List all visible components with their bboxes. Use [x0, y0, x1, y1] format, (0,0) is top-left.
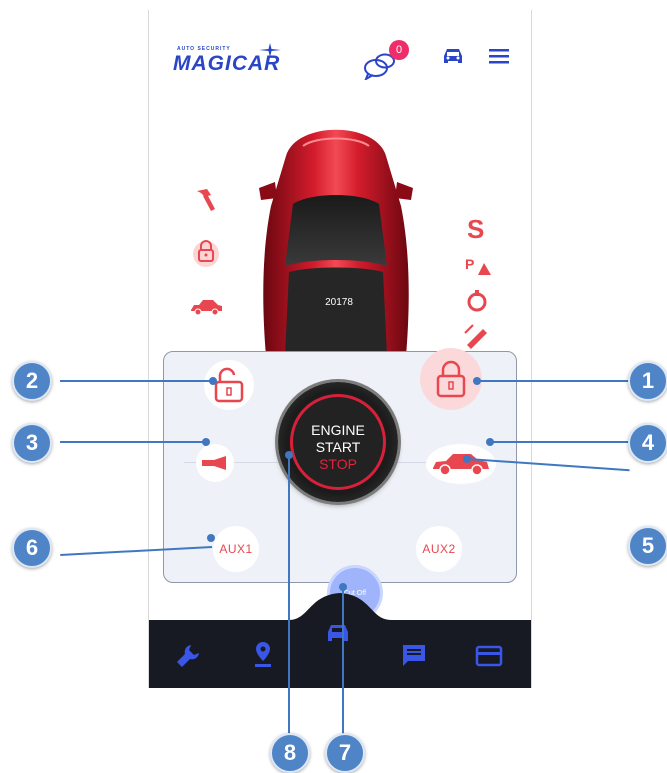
- callout-marker-6: 6: [12, 528, 52, 568]
- car-trunk-icon: [433, 454, 489, 476]
- unlock-icon: [214, 367, 244, 403]
- callout-dot-7: [339, 583, 347, 591]
- callout-dot-2: [209, 377, 217, 385]
- callout-line-7: [342, 587, 344, 745]
- callout-marker-7: 7: [325, 733, 365, 773]
- star-icon: [259, 43, 281, 57]
- credit-card-icon[interactable]: [475, 645, 503, 667]
- menu-icon[interactable]: [488, 47, 510, 65]
- car-front-nav-icon: [328, 625, 348, 641]
- callout-line-1: [475, 380, 630, 382]
- callout-marker-5: 5: [628, 526, 667, 566]
- magicar-logo: AUTO SECURITY MAGICAR: [173, 43, 298, 78]
- callout-dot-8: [285, 451, 293, 459]
- callout-line-2: [60, 380, 214, 382]
- car-top-view-image: [259, 129, 413, 356]
- callout-dot-4: [486, 438, 494, 446]
- callout-line-8: [288, 455, 290, 745]
- car-plate-number: 20178: [325, 297, 353, 308]
- car-home-button[interactable]: [316, 611, 360, 655]
- callout-dot-1: [473, 377, 481, 385]
- callout-dot-6: [207, 534, 215, 542]
- callout-line-3: [60, 441, 206, 443]
- callout-dot-5: [463, 455, 471, 463]
- svg-text:P: P: [465, 256, 474, 272]
- lock-icon: [436, 360, 466, 398]
- callout-dot-3: [202, 438, 210, 446]
- stop-label: STOP: [319, 456, 357, 472]
- remote-control-panel: AUX1 AUX2 ENGINE START STOP Cut Off: [163, 348, 517, 618]
- sensor-icon: [464, 324, 487, 349]
- aux1-button[interactable]: AUX1: [213, 526, 259, 572]
- lock-status-icon: [193, 240, 219, 267]
- engine-label: ENGINE: [311, 422, 365, 438]
- callout-marker-8: 8: [270, 733, 310, 773]
- engine-start-stop-button[interactable]: ENGINE START STOP: [278, 382, 398, 502]
- parking-icon: P: [465, 256, 491, 275]
- aux2-button[interactable]: AUX2: [416, 526, 462, 572]
- engine-status-icon: [467, 290, 487, 312]
- status-letter: S: [467, 214, 485, 244]
- unlock-button[interactable]: [204, 360, 254, 410]
- callout-marker-3: 3: [12, 423, 52, 463]
- start-label: START: [315, 439, 361, 455]
- car-side-icon: [191, 300, 222, 316]
- messages-icon[interactable]: [401, 643, 427, 667]
- callout-marker-2: 2: [12, 361, 52, 401]
- horn-button[interactable]: [196, 444, 234, 482]
- wrench-icon[interactable]: [175, 643, 201, 669]
- horn-icon: [202, 456, 226, 470]
- location-pin-icon[interactable]: [253, 641, 273, 669]
- callout-marker-4: 4: [628, 423, 667, 463]
- hammer-icon: [197, 189, 215, 211]
- notification-badge: 0: [389, 40, 409, 60]
- callout-line-4: [490, 441, 630, 443]
- callout-marker-1: 1: [628, 361, 667, 401]
- car-front-icon[interactable]: [441, 46, 465, 66]
- trunk-button[interactable]: [426, 444, 496, 484]
